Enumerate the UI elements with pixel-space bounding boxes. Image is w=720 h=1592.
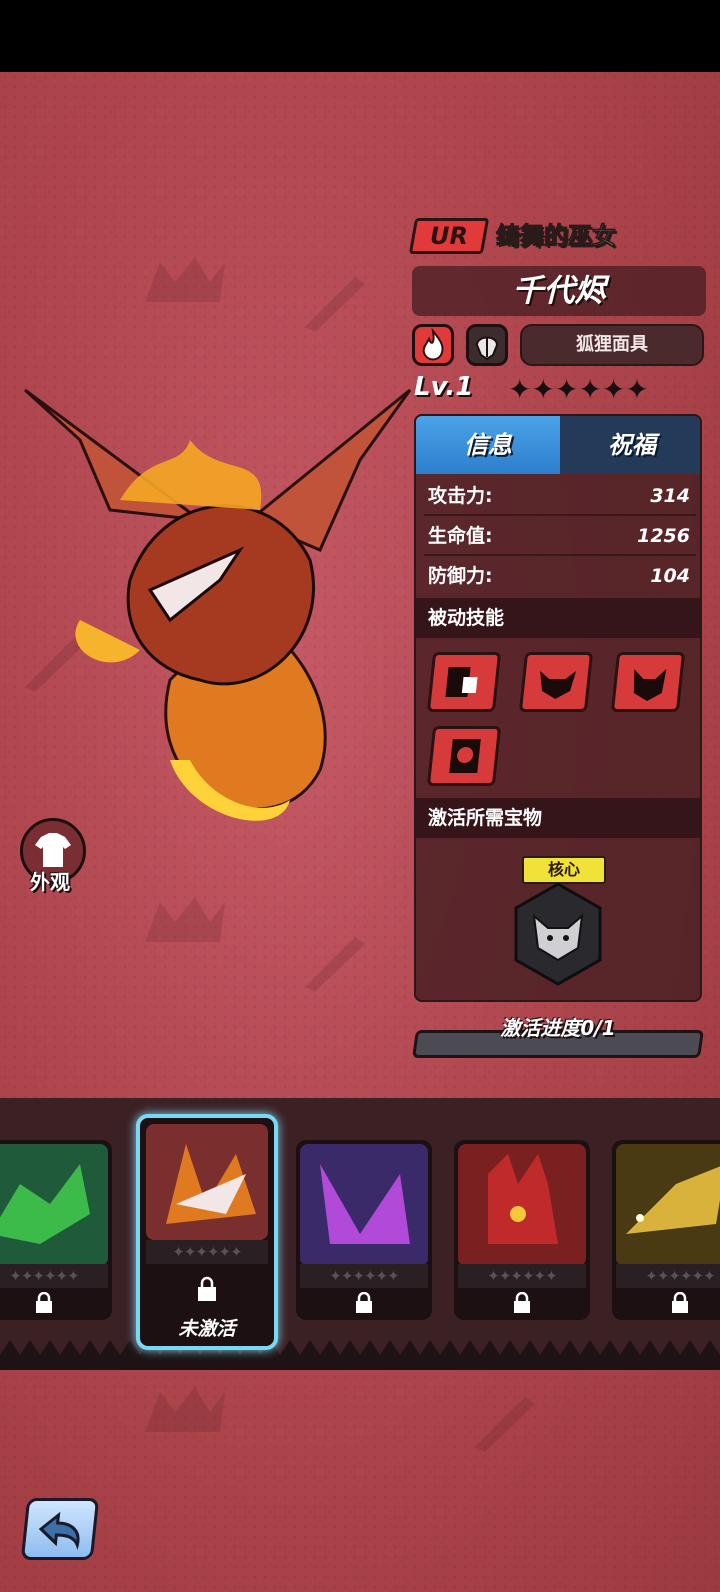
- lock-icon: [36, 1292, 52, 1313]
- card-stars: ✦✦✦✦✦✦: [146, 1240, 268, 1264]
- star-icons: ✦✦✦✦✦✦: [508, 373, 649, 406]
- bg-demon-icon: [145, 257, 225, 302]
- hero-name-box: 千代烬: [412, 266, 706, 316]
- bg-sword-icon: [475, 1397, 535, 1452]
- bg-demon-icon: [145, 1387, 225, 1432]
- stat-label: 防御力:: [428, 565, 493, 587]
- red-dragon-art: [458, 1144, 586, 1266]
- skin-card-fire-dragon-selected[interactable]: ✦✦✦✦✦✦ 未激活: [136, 1114, 278, 1350]
- hero-name: 千代烬: [512, 273, 606, 309]
- skin-card-purple-dragon[interactable]: ✦✦✦✦✦✦: [296, 1140, 432, 1320]
- hero-subtitle: 绮舞的巫女: [496, 222, 617, 251]
- hero-info-panel: 信息 祝福 攻击力: 314 生命值: 1256 防御力: 104 被动技能 激…: [414, 414, 702, 1002]
- bg-sword-icon: [305, 277, 365, 332]
- bg-sword-icon: [305, 937, 365, 992]
- stat-label: 生命值:: [428, 525, 493, 547]
- stat-value: 314: [650, 485, 690, 507]
- tab-bless[interactable]: 祝福: [560, 416, 700, 474]
- hero-dragon-artwork: [23, 388, 412, 821]
- back-arrow-icon: [38, 1511, 80, 1550]
- core-badge: 核心: [522, 856, 606, 884]
- skin-label[interactable]: 外观: [30, 866, 70, 895]
- info-tabs: 信息 祝福: [416, 416, 700, 474]
- rarity-label: UR: [430, 222, 468, 250]
- hero-level: Lv.1: [414, 372, 474, 402]
- purple-dragon-art: [300, 1144, 428, 1266]
- stat-value: 1256: [637, 525, 690, 547]
- green-dragon-art: [0, 1144, 108, 1266]
- tab-info[interactable]: 信息: [416, 416, 560, 474]
- skin-card-green-dragon[interactable]: ✦✦✦✦✦✦: [0, 1140, 112, 1320]
- lock-icon: [672, 1292, 688, 1313]
- hero-star-rating: ✦✦✦✦✦✦: [508, 376, 649, 404]
- stat-value: 104: [650, 565, 690, 587]
- passive-skills-header: 被动技能: [416, 598, 700, 638]
- gold-dragon-art: [616, 1144, 720, 1266]
- card-stars: ✦✦✦✦✦✦: [300, 1264, 428, 1288]
- skill-fox-head-icon[interactable]: [610, 652, 686, 712]
- helmet-icon[interactable]: [466, 324, 508, 366]
- bg-demon-icon: [145, 897, 225, 942]
- stat-label: 攻击力:: [428, 485, 493, 507]
- stat-row-defense: 防御力: 104: [424, 556, 696, 596]
- fire-dragon-art: [146, 1124, 268, 1240]
- skill-cards-icon[interactable]: [426, 652, 502, 712]
- fox-mask-treasure-icon[interactable]: [514, 882, 602, 986]
- skin-card-red-dragon[interactable]: ✦✦✦✦✦✦: [454, 1140, 590, 1320]
- card-status-label: 未激活: [178, 1318, 236, 1340]
- rarity-badge: UR: [408, 218, 490, 254]
- card-stars: ✦✦✦✦✦✦: [458, 1264, 586, 1288]
- skill-mask-card-icon[interactable]: [426, 726, 502, 786]
- lock-icon: [356, 1292, 372, 1313]
- stat-row-hp: 生命值: 1256: [424, 516, 696, 556]
- card-stars: ✦✦✦✦✦✦: [616, 1264, 720, 1288]
- fire-icon[interactable]: [412, 324, 454, 366]
- back-button[interactable]: [20, 1498, 100, 1560]
- strip-edge-decoration: [0, 1340, 720, 1370]
- lock-icon: [514, 1292, 530, 1313]
- hero-tag[interactable]: 狐狸面具: [520, 324, 704, 366]
- skill-fox-mask-icon[interactable]: [518, 652, 594, 712]
- skin-card-gold-dragon[interactable]: ✦✦✦✦✦✦: [612, 1140, 720, 1320]
- activation-progress-label: 激活进度0/1: [500, 1016, 616, 1040]
- stat-row-attack: 攻击力: 314: [424, 476, 696, 516]
- status-bar: [0, 0, 720, 72]
- treasure-header: 激活所需宝物: [416, 798, 700, 838]
- card-stars: ✦✦✦✦✦✦: [0, 1264, 108, 1288]
- lock-icon: [198, 1276, 216, 1301]
